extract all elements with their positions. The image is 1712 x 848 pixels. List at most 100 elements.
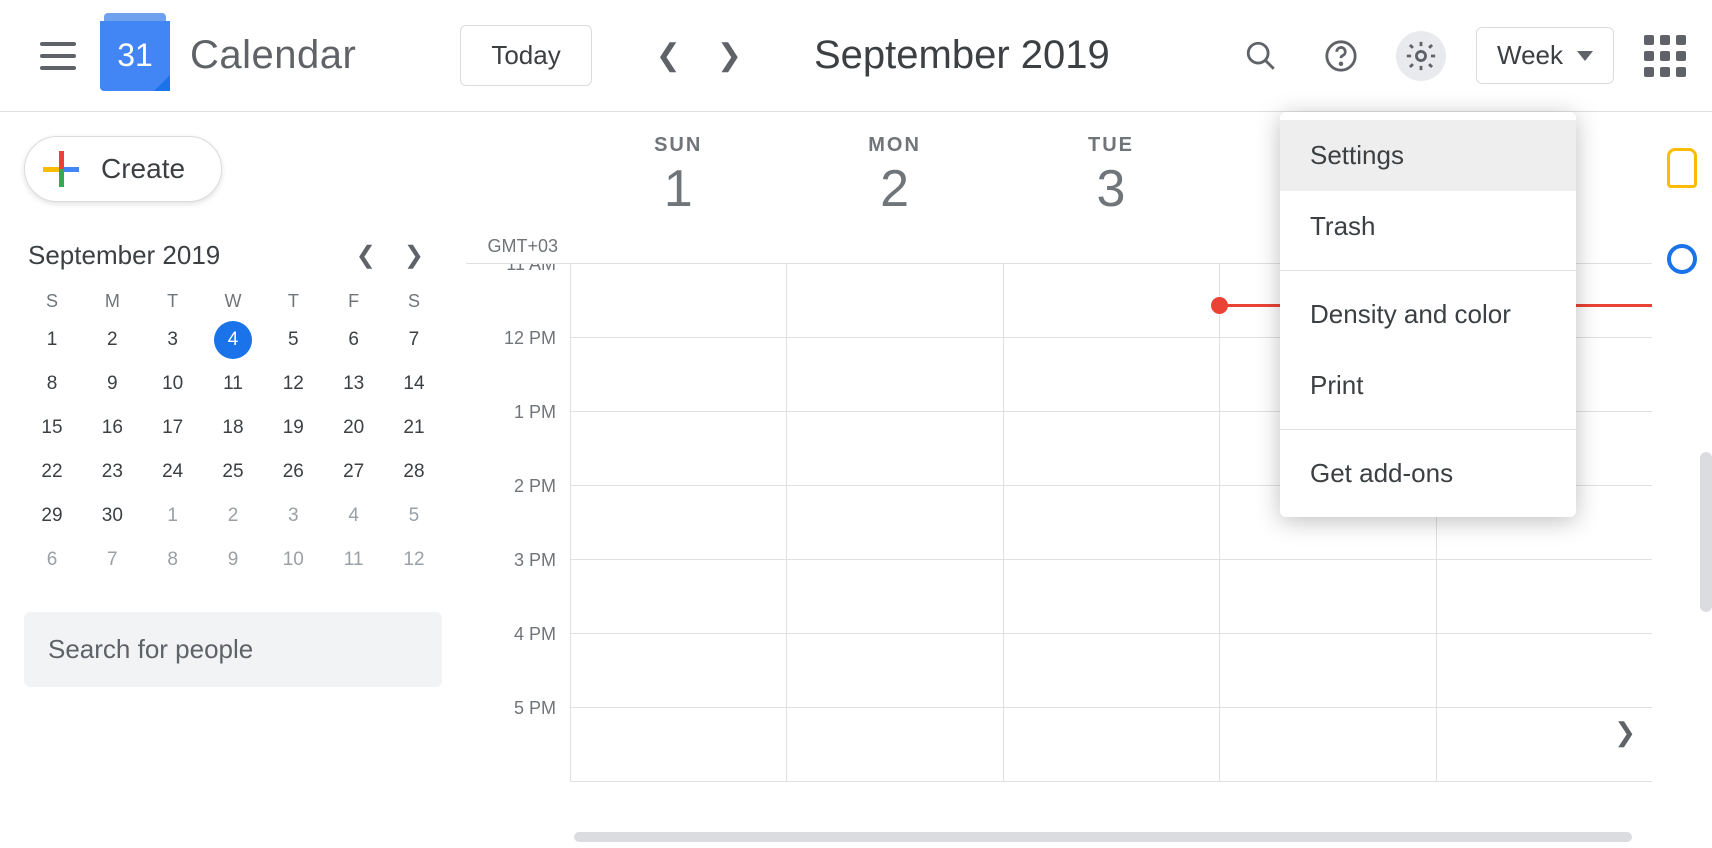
today-button[interactable]: Today [460,25,591,86]
mini-day-cell[interactable]: 6 [24,538,80,582]
mini-day-cell[interactable]: 11 [205,362,261,406]
settings-menu-item[interactable]: Settings [1280,120,1576,191]
help-icon[interactable] [1316,31,1366,81]
keep-icon[interactable] [1667,148,1697,188]
time-label: 4 PM [466,624,570,698]
tasks-icon[interactable] [1667,244,1697,274]
mini-day-cell[interactable]: 24 [145,450,201,494]
day-column-header[interactable]: MON2 [786,112,1002,257]
mini-weekday-header: W [205,285,261,318]
time-label: 2 PM [466,476,570,550]
week-view: GMT+03 SUN1MON2TUE3WED4THU5 11 AM12 PM1 … [466,112,1652,848]
mini-weekday-header: F [326,285,382,318]
mini-day-cell[interactable]: 20 [326,406,382,450]
mini-calendar: September 2019 ❮ ❯ SMTWTFS12345678910111… [24,240,442,582]
settings-menu-item[interactable]: Get add-ons [1280,438,1576,509]
mini-day-cell[interactable]: 29 [24,494,80,538]
settings-menu-item[interactable]: Density and color [1280,279,1576,350]
day-number: 3 [1003,159,1219,219]
time-label: 1 PM [466,402,570,476]
time-label: 5 PM [466,698,570,772]
google-apps-icon[interactable] [1644,35,1686,77]
mini-day-cell[interactable]: 5 [386,494,442,538]
mini-weekday-header: T [265,285,321,318]
settings-menu-item[interactable]: Print [1280,350,1576,421]
mini-day-cell[interactable]: 9 [84,362,140,406]
mini-day-cell[interactable]: 22 [24,450,80,494]
prev-period-button[interactable]: ❮ [656,38,681,73]
mini-day-cell[interactable]: 4 [326,494,382,538]
logo-day-number: 31 [117,37,153,74]
mini-day-cell[interactable]: 23 [84,450,140,494]
mini-day-cell[interactable]: 3 [145,318,201,362]
sidebar: Create September 2019 ❮ ❯ SMTWTFS1234567… [0,112,466,848]
main-menu-icon[interactable] [40,42,76,70]
show-side-panel-button[interactable]: ❯ [1614,717,1636,748]
mini-day-cell[interactable]: 2 [205,494,261,538]
timezone-label: GMT+03 [466,236,570,257]
mini-day-cell[interactable]: 6 [326,318,382,362]
hour-row[interactable] [570,708,1652,782]
search-icon[interactable] [1236,31,1286,81]
create-label: Create [101,153,185,185]
mini-day-cell[interactable]: 28 [386,450,442,494]
hour-row[interactable] [570,560,1652,634]
time-label: 3 PM [466,550,570,624]
vertical-scrollbar[interactable] [1700,452,1712,612]
mini-day-cell[interactable]: 5 [265,318,321,362]
mini-day-cell[interactable]: 9 [205,538,261,582]
time-gutter: 11 AM12 PM1 PM2 PM3 PM4 PM5 PM [466,264,570,848]
mini-day-cell[interactable]: 30 [84,494,140,538]
next-period-button[interactable]: ❯ [717,38,742,73]
mini-day-cell[interactable]: 18 [205,406,261,450]
mini-day-cell[interactable]: 16 [84,406,140,450]
mini-day-cell[interactable]: 21 [386,406,442,450]
day-number: 2 [786,159,1002,219]
horizontal-scrollbar[interactable] [574,832,1632,842]
search-people-placeholder: Search for people [48,634,253,664]
mini-day-cell[interactable]: 7 [386,318,442,362]
settings-menu: SettingsTrash Density and colorPrint Get a… [1280,112,1576,517]
day-column-header[interactable]: TUE3 [1003,112,1219,257]
mini-day-cell[interactable]: 10 [265,538,321,582]
mini-day-cell[interactable]: 1 [24,318,80,362]
mini-prev-month[interactable]: ❮ [342,241,390,270]
mini-day-cell[interactable]: 17 [145,406,201,450]
day-short-name: SUN [570,134,786,157]
mini-day-cell[interactable]: 19 [265,406,321,450]
app-logo[interactable]: 31 Calendar [100,21,356,91]
calendar-logo-icon: 31 [100,21,170,91]
mini-day-cell[interactable]: 12 [265,362,321,406]
mini-day-cell[interactable]: 27 [326,450,382,494]
mini-day-cell[interactable]: 3 [265,494,321,538]
mini-day-cell[interactable]: 4 [205,318,261,362]
mini-day-cell[interactable]: 25 [205,450,261,494]
view-selector[interactable]: Week [1476,27,1614,84]
mini-day-cell[interactable]: 10 [145,362,201,406]
mini-day-cell[interactable]: 15 [24,406,80,450]
mini-day-cell[interactable]: 12 [386,538,442,582]
create-button[interactable]: Create [24,136,222,202]
side-panel [1652,112,1712,848]
mini-day-cell[interactable]: 8 [145,538,201,582]
mini-day-cell[interactable]: 26 [265,450,321,494]
mini-day-cell[interactable]: 13 [326,362,382,406]
mini-day-cell[interactable]: 14 [386,362,442,406]
search-people-input[interactable]: Search for people [24,612,442,687]
mini-day-cell[interactable]: 1 [145,494,201,538]
hour-row[interactable] [570,634,1652,708]
mini-day-cell[interactable]: 8 [24,362,80,406]
mini-day-cell[interactable]: 11 [326,538,382,582]
mini-day-cell[interactable]: 2 [84,318,140,362]
day-number: 1 [570,159,786,219]
day-short-name: TUE [1003,134,1219,157]
day-column-header[interactable]: SUN1 [570,112,786,257]
mini-next-month[interactable]: ❯ [390,241,438,270]
header-actions: Week [1236,27,1686,84]
settings-menu-item[interactable]: Trash [1280,191,1576,262]
time-label: 12 PM [466,328,570,402]
day-short-name: MON [786,134,1002,157]
chevron-down-icon [1577,51,1593,61]
mini-day-cell[interactable]: 7 [84,538,140,582]
settings-gear-icon[interactable] [1396,31,1446,81]
